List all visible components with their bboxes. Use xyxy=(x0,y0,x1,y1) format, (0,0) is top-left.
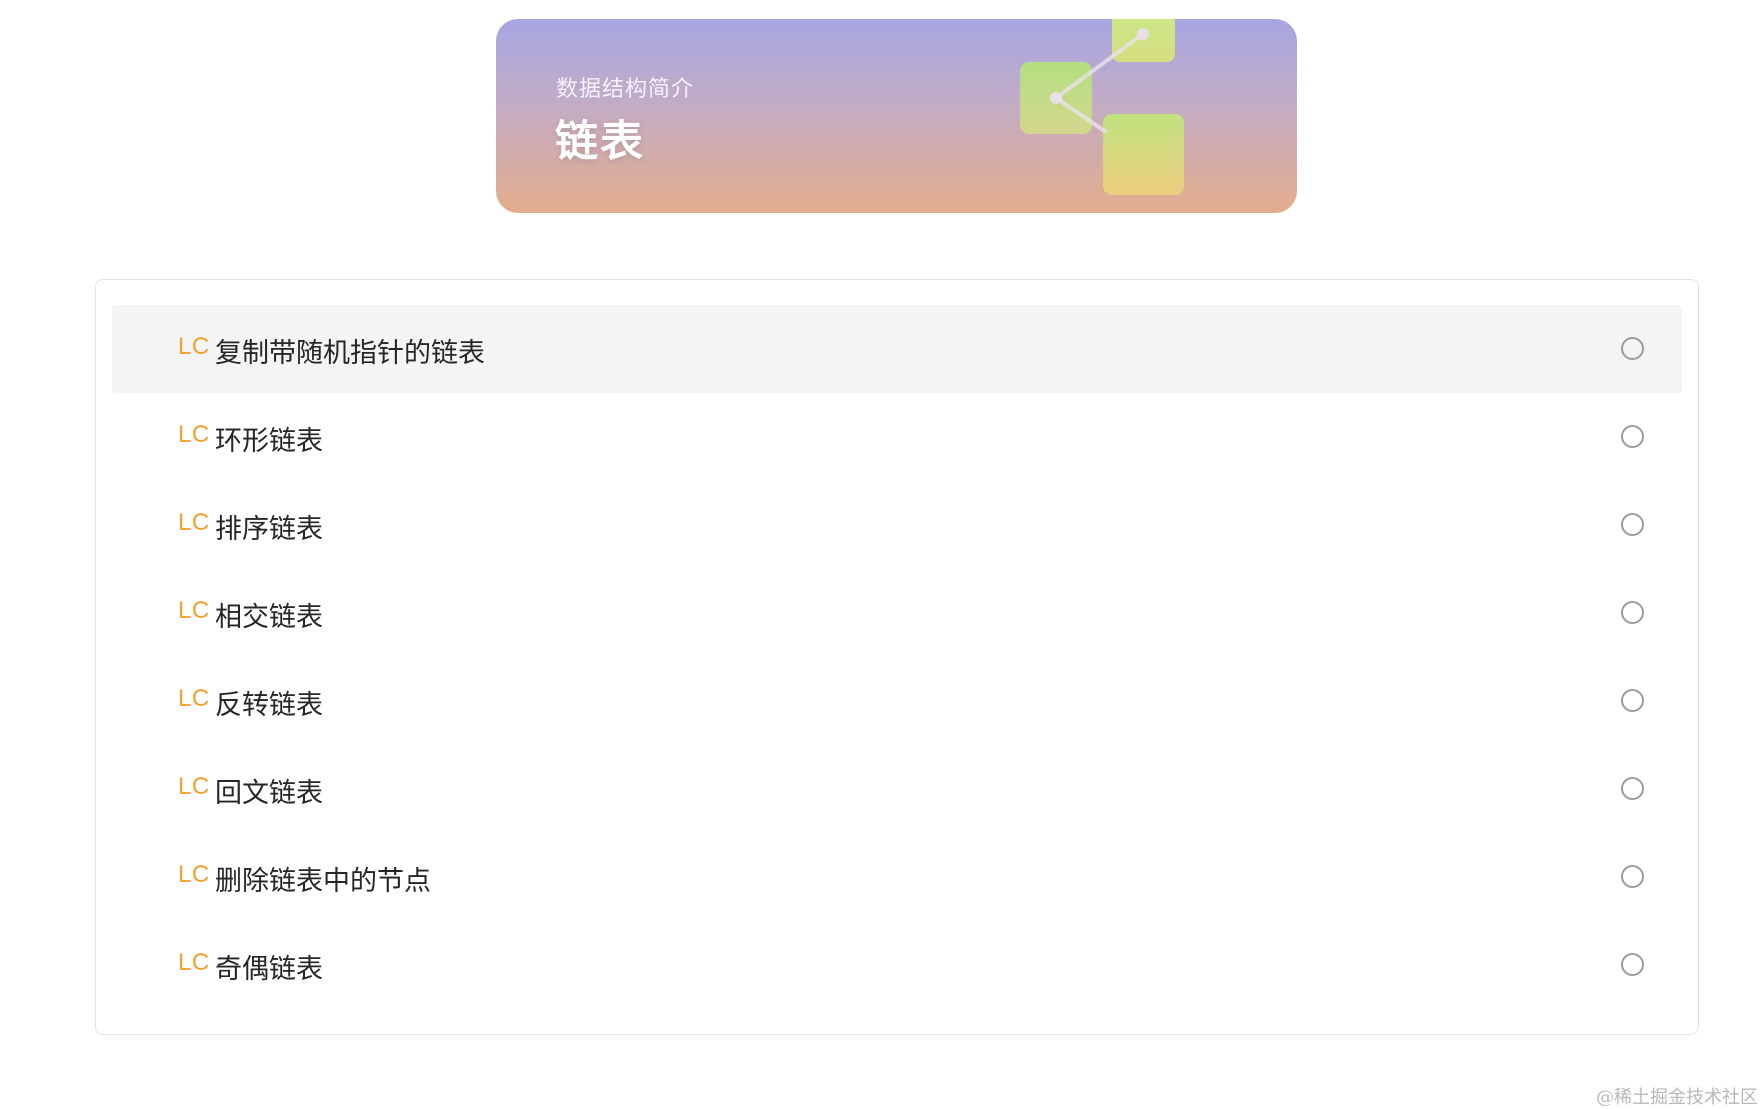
completion-radio[interactable] xyxy=(1621,337,1644,360)
list-item[interactable]: LC 回文链表 xyxy=(112,745,1682,833)
list-item[interactable]: LC 删除链表中的节点 xyxy=(112,833,1682,921)
problem-title[interactable]: 奇偶链表 xyxy=(215,947,323,986)
topic-banner: 数据结构简介 链表 xyxy=(496,19,1297,213)
lc-prefix: LC xyxy=(178,861,210,888)
watermark: @稀土掘金技术社区 xyxy=(1596,1087,1758,1108)
completion-radio[interactable] xyxy=(1621,777,1644,800)
completion-radio[interactable] xyxy=(1621,513,1644,536)
list-item[interactable]: LC 奇偶链表 xyxy=(112,921,1682,1009)
completion-radio[interactable] xyxy=(1621,425,1644,448)
problem-list: LC 复制带随机指针的链表 LC 环形链表 LC 排序链表 LC 相交链表 LC… xyxy=(112,305,1682,1009)
list-item[interactable]: LC 相交链表 xyxy=(112,569,1682,657)
problem-list-card: LC 复制带随机指针的链表 LC 环形链表 LC 排序链表 LC 相交链表 LC… xyxy=(95,279,1699,1035)
problem-title[interactable]: 排序链表 xyxy=(215,507,323,546)
problem-title[interactable]: 删除链表中的节点 xyxy=(215,859,431,898)
lc-prefix: LC xyxy=(178,597,210,624)
list-item[interactable]: LC 排序链表 xyxy=(112,481,1682,569)
completion-radio[interactable] xyxy=(1621,689,1644,712)
problem-title[interactable]: 复制带随机指针的链表 xyxy=(215,331,485,370)
lc-prefix: LC xyxy=(178,773,210,800)
problem-title[interactable]: 反转链表 xyxy=(215,683,323,722)
lc-prefix: LC xyxy=(178,949,210,976)
completion-radio[interactable] xyxy=(1621,865,1644,888)
problem-title[interactable]: 回文链表 xyxy=(215,771,323,810)
problem-title[interactable]: 相交链表 xyxy=(215,595,323,634)
problem-title[interactable]: 环形链表 xyxy=(215,419,323,458)
lc-prefix: LC xyxy=(178,421,210,448)
list-item[interactable]: LC 反转链表 xyxy=(112,657,1682,745)
lc-prefix: LC xyxy=(178,333,210,360)
banner-subtitle: 数据结构简介 xyxy=(556,77,695,102)
list-item[interactable]: LC 复制带随机指针的链表 xyxy=(112,305,1682,393)
completion-radio[interactable] xyxy=(1621,601,1644,624)
list-item[interactable]: LC 环形链表 xyxy=(112,393,1682,481)
lc-prefix: LC xyxy=(178,509,210,536)
banner-title: 链表 xyxy=(555,117,645,167)
lc-prefix: LC xyxy=(178,685,210,712)
completion-radio[interactable] xyxy=(1621,953,1644,976)
